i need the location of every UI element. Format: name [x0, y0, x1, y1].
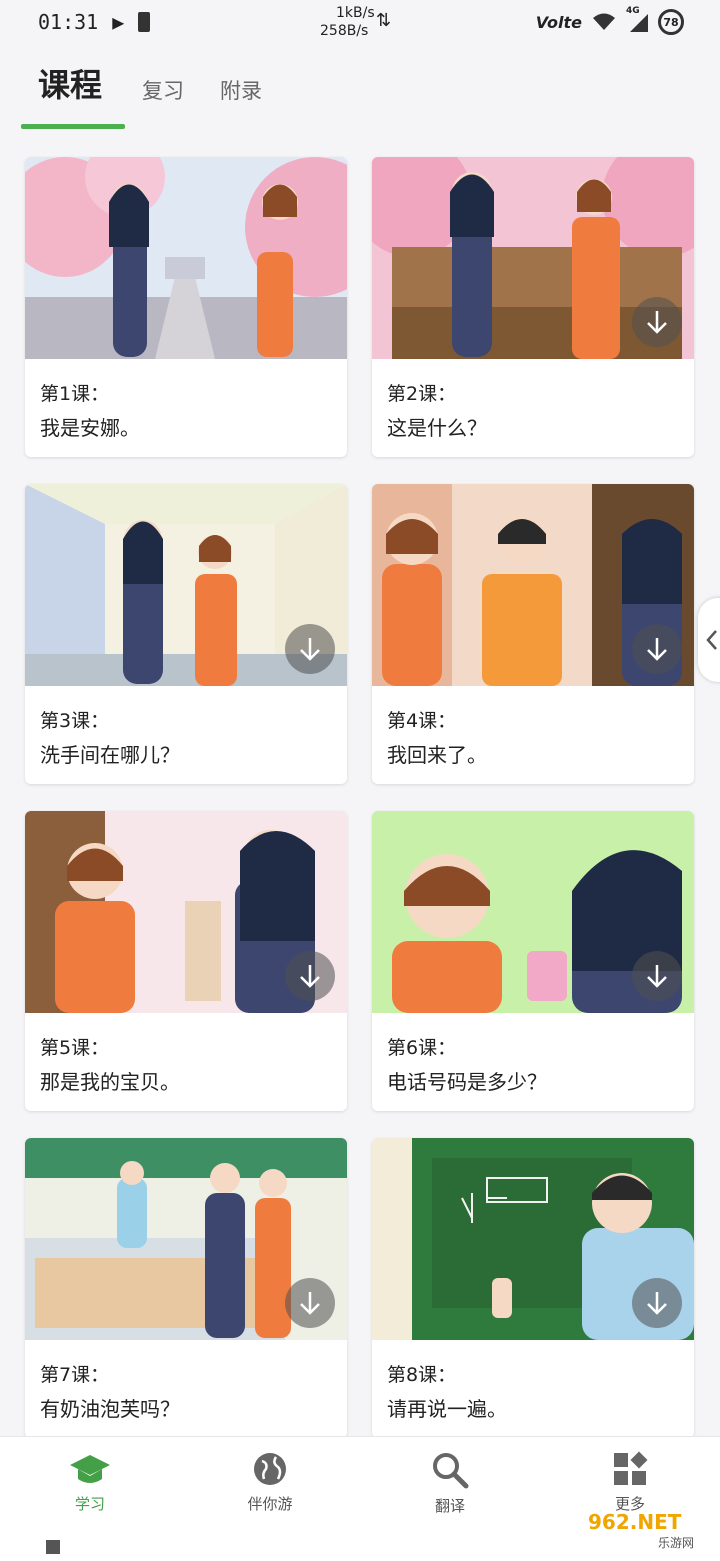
lesson-card-4[interactable]: 第4课： 我回来了。: [372, 484, 694, 784]
watermark-brand: 962.NET: [588, 1510, 682, 1534]
wifi-icon: [593, 13, 615, 30]
lesson-number: 第6课：: [387, 1037, 457, 1059]
search-icon: [433, 1453, 469, 1489]
tab-appendix[interactable]: 附录: [220, 75, 262, 105]
lesson-number: 第5课：: [40, 1037, 110, 1059]
download-arrow-icon: [300, 638, 320, 661]
download-arrow-icon: [300, 1292, 320, 1315]
side-drawer-handle[interactable]: [698, 598, 720, 682]
home-indicator: [46, 1540, 60, 1554]
speed-down: 1kB/s: [336, 5, 375, 21]
chevron-left-icon: [706, 630, 717, 650]
download-arrow-icon: [300, 965, 320, 988]
top-tabs: 课程 复习 附录: [0, 60, 720, 130]
status-bar: 01:31 ▶ 1kB/s 258B/s ⇅ Volte 4G 78: [0, 0, 720, 44]
lesson-title: 这是什么？: [387, 416, 487, 440]
watermark-logo: 962.NET 乐游网: [588, 1510, 716, 1550]
download-arrow-icon: [647, 311, 667, 334]
lesson-title: 我回来了。: [387, 743, 487, 767]
battery-icon: 78: [658, 9, 684, 35]
download-button[interactable]: [632, 1278, 682, 1328]
nav-study[interactable]: 学习: [30, 1451, 150, 1514]
tab-courses[interactable]: 课程: [38, 60, 102, 106]
download-button[interactable]: [285, 951, 335, 1001]
nav-more[interactable]: 更多: [570, 1451, 690, 1514]
lesson-card-2[interactable]: 第2课： 这是什么？: [372, 157, 694, 457]
download-arrow-icon: [647, 638, 667, 661]
download-arrow-icon: [647, 1292, 667, 1315]
download-button[interactable]: [285, 1278, 335, 1328]
lesson-title: 有奶油泡芙吗？: [40, 1397, 180, 1421]
data-transfer-icon: ⇅: [376, 10, 392, 31]
nav-translate[interactable]: 翻译: [390, 1451, 510, 1516]
tab-review[interactable]: 复习: [142, 75, 184, 105]
play-icon: ▶: [112, 10, 125, 34]
lesson-card-5[interactable]: 第5课： 那是我的宝贝。: [25, 811, 347, 1111]
lesson-number: 第1课：: [40, 383, 110, 405]
lesson-number: 第8课：: [387, 1364, 457, 1386]
lesson-card-7[interactable]: 第7课： 有奶油泡芙吗？: [25, 1138, 347, 1438]
status-time: 01:31: [38, 10, 99, 34]
cell-signal-icon: 4G: [626, 6, 648, 32]
tab-indicator: [21, 124, 125, 129]
download-button[interactable]: [632, 297, 682, 347]
volte-label: Volte: [535, 12, 582, 32]
lesson-title: 电话号码是多少？: [387, 1070, 547, 1094]
lesson-number: 第2课：: [387, 383, 457, 405]
apps-icon: [614, 1451, 648, 1485]
lesson-card-1[interactable]: 第1课： 我是安娜。: [25, 157, 347, 457]
lesson-number: 第4课：: [387, 710, 457, 732]
nav-study-label: 学习: [74, 1495, 105, 1513]
download-button[interactable]: [632, 624, 682, 674]
lesson-card-6[interactable]: 第6课： 电话号码是多少？: [372, 811, 694, 1111]
lesson-number: 第3课：: [40, 710, 110, 732]
nav-travel[interactable]: 伴你游: [210, 1451, 330, 1514]
lesson-number: 第7课：: [40, 1364, 110, 1386]
download-button[interactable]: [285, 624, 335, 674]
network-speed: 1kB/s 258B/s ⇅: [320, 4, 391, 40]
lesson-title: 洗手间在哪儿？: [40, 743, 180, 767]
graduation-cap-icon: [70, 1455, 110, 1483]
lesson-card-3[interactable]: 第3课： 洗手间在哪儿？: [25, 484, 347, 784]
battery-saver-icon: [138, 12, 151, 32]
lesson-title: 请再说一遍。: [387, 1397, 507, 1421]
watermark-sub: 乐游网: [658, 1536, 695, 1550]
lesson-thumbnail: [25, 157, 347, 359]
nav-travel-label: 伴你游: [247, 1495, 293, 1513]
download-arrow-icon: [647, 965, 667, 988]
battery-level: 78: [663, 15, 679, 29]
lesson-title: 我是安娜。: [40, 416, 140, 440]
speed-up: 258B/s: [320, 23, 369, 39]
lesson-card-8[interactable]: 第8课： 请再说一遍。: [372, 1138, 694, 1438]
globe-icon: [254, 1453, 286, 1485]
lesson-title: 那是我的宝贝。: [40, 1070, 180, 1094]
download-button[interactable]: [632, 951, 682, 1001]
nav-translate-label: 翻译: [434, 1497, 465, 1515]
